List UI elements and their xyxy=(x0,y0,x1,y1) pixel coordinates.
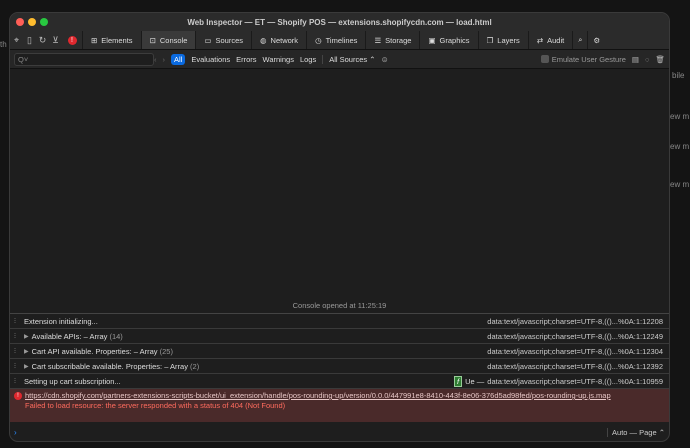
background-text: ew m xyxy=(670,112,690,121)
console-log-row[interactable]: ⫶ ▶ Cart subscribable available. Propertie… xyxy=(10,359,669,374)
device-icon[interactable]: ▯ xyxy=(23,31,36,49)
tab-graphics[interactable]: ▣ Graphics xyxy=(419,31,477,49)
reload-icon[interactable]: ↻ xyxy=(36,31,49,49)
network-icon: ◍ xyxy=(260,35,267,45)
error-icon[interactable]: ! xyxy=(62,31,82,49)
title-bar: Web Inspector — ET — Shopify POS — exten… xyxy=(10,13,669,31)
background-text: bile xyxy=(672,71,685,80)
tab-elements[interactable]: ⊞ Elements xyxy=(82,31,141,49)
preserve-icon[interactable]: ◌ xyxy=(645,55,649,64)
background-text: ew m xyxy=(670,180,690,189)
console-log-row[interactable]: ⫶ Setting up cart subscription... f Ue — dat… xyxy=(10,374,669,389)
log-icon: ⫶ xyxy=(14,361,16,370)
trash-icon[interactable]: 🗑︎ xyxy=(655,55,665,64)
tab-sources[interactable]: ▭ Sources xyxy=(195,31,251,49)
source-link[interactable]: data:text/javascript;charset=UTF-8,(()..… xyxy=(487,347,663,356)
zoom-button[interactable] xyxy=(40,18,48,26)
image-icon: ▣ xyxy=(428,35,436,45)
source-link[interactable]: data:text/javascript;charset=UTF-8,(()..… xyxy=(487,317,663,326)
filter-icon[interactable]: ⊜ xyxy=(382,55,388,64)
source-link[interactable]: data:text/javascript;charset=UTF-8,(()..… xyxy=(487,377,663,386)
gear-icon: ⚙ xyxy=(593,35,601,45)
search-button[interactable]: ⌕ xyxy=(572,31,587,49)
filter-warnings[interactable]: Warnings xyxy=(263,55,294,64)
settings-button[interactable]: ⚙ xyxy=(587,31,605,49)
tab-console[interactable]: ⊡ Console xyxy=(140,31,196,49)
next-icon[interactable]: › xyxy=(163,55,166,64)
filter-evaluations[interactable]: Evaluations xyxy=(191,55,230,64)
error-text: Failed to load resource: the server resp… xyxy=(25,401,286,410)
console-area: Console opened at 11:25:19 xyxy=(10,69,669,314)
log-message: Extension initializing... xyxy=(24,316,98,326)
close-button[interactable] xyxy=(16,18,24,26)
function-name: Ue — xyxy=(465,376,485,386)
filter-logs[interactable]: Logs xyxy=(300,55,316,64)
layers-icon: ❐ xyxy=(486,35,494,45)
filter-errors[interactable]: Errors xyxy=(236,55,256,64)
disclosure-triangle-icon[interactable]: ▶ xyxy=(24,348,29,355)
disclosure-triangle-icon[interactable]: ▶ xyxy=(24,333,29,340)
database-icon: ☰ xyxy=(374,35,382,45)
error-message: ! https://cdn.shopify.com/partners-exten… xyxy=(10,389,669,422)
background-text: ew m xyxy=(670,142,690,151)
web-inspector-window: Web Inspector — ET — Shopify POS — exten… xyxy=(9,12,670,442)
background-text: th xyxy=(0,40,7,49)
log-message: Cart API available. Properties: – Array xyxy=(31,346,158,356)
log-message: Available APIs: – Array xyxy=(31,331,108,341)
filter-search-input[interactable]: Q˅ xyxy=(14,52,154,66)
search-icon: ⌕ xyxy=(578,35,583,44)
target-icon[interactable]: ⌖ xyxy=(10,31,23,49)
tab-network[interactable]: ◍ Network xyxy=(251,31,306,49)
array-count: (25) xyxy=(159,346,173,356)
filter-bar: Q˅ ‹ › All Evaluations Errors Warnings L… xyxy=(10,50,669,69)
log-icon: ⫶ xyxy=(14,346,16,355)
context-select[interactable]: Auto — Page ⌃ xyxy=(607,427,665,437)
elements-icon: ⊞ xyxy=(91,35,98,45)
log-icon[interactable]: ▤ xyxy=(632,55,639,64)
log-message: Cart subscribable available. Properties:… xyxy=(31,361,188,371)
toolbar: ⌖ ▯ ↻ ⊻ ! ⊞ Elements ⊡ Console ▭ Sources ◍ N… xyxy=(10,31,669,50)
console-log-row[interactable]: ⫶ Extension initializing... data:text/java… xyxy=(10,314,669,329)
source-link[interactable]: data:text/javascript;charset=UTF-8,(()..… xyxy=(487,362,663,371)
log-icon: ⫶ xyxy=(14,316,16,325)
window-title: Web Inspector — ET — Shopify POS — exten… xyxy=(187,17,492,27)
clock-icon: ◷ xyxy=(315,35,322,45)
audit-icon: ⇄ xyxy=(536,35,544,45)
console-prompt[interactable]: › Auto — Page ⌃ xyxy=(10,422,669,441)
console-log-row[interactable]: ⫶ ▶ Cart API available. Properties: – Arra… xyxy=(10,344,669,359)
document-icon: ▭ xyxy=(204,35,212,45)
previous-icon[interactable]: ‹ xyxy=(154,55,157,64)
sources-select[interactable]: All Sources ⌃ xyxy=(322,54,376,64)
tab-timelines[interactable]: ◷ Timelines xyxy=(306,31,365,49)
tab-audit[interactable]: ⇄ Audit xyxy=(527,31,572,49)
filter-all[interactable]: All xyxy=(171,53,186,65)
source-link[interactable]: data:text/javascript;charset=UTF-8,(()..… xyxy=(487,332,663,341)
error-icon: ! xyxy=(14,392,22,400)
tab-layers[interactable]: ❐ Layers xyxy=(477,31,528,49)
console-opened-message: Console opened at 11:25:19 xyxy=(292,301,387,310)
array-count: (14) xyxy=(109,331,123,341)
tab-storage[interactable]: ☰ Storage xyxy=(365,31,419,49)
emulate-checkbox[interactable] xyxy=(540,55,549,63)
prompt-chevron-icon: › xyxy=(14,427,17,437)
minimize-button[interactable] xyxy=(28,18,36,26)
log-message: Setting up cart subscription... xyxy=(24,376,121,386)
log-icon: ⫶ xyxy=(14,331,16,340)
emulate-label: Emulate User Gesture xyxy=(551,54,626,64)
disclosure-triangle-icon[interactable]: ▶ xyxy=(24,363,29,370)
array-count: (2) xyxy=(190,361,200,371)
function-icon[interactable]: f xyxy=(454,375,463,387)
log-icon: ⫶ xyxy=(14,376,16,385)
error-url-link[interactable]: https://cdn.shopify.com/partners-extensi… xyxy=(25,391,611,400)
console-icon: ⊡ xyxy=(149,35,156,45)
console-log-row[interactable]: ⫶ ▶ Available APIs: – Array (14) data:text/… xyxy=(10,329,669,344)
download-icon[interactable]: ⊻ xyxy=(49,31,62,49)
